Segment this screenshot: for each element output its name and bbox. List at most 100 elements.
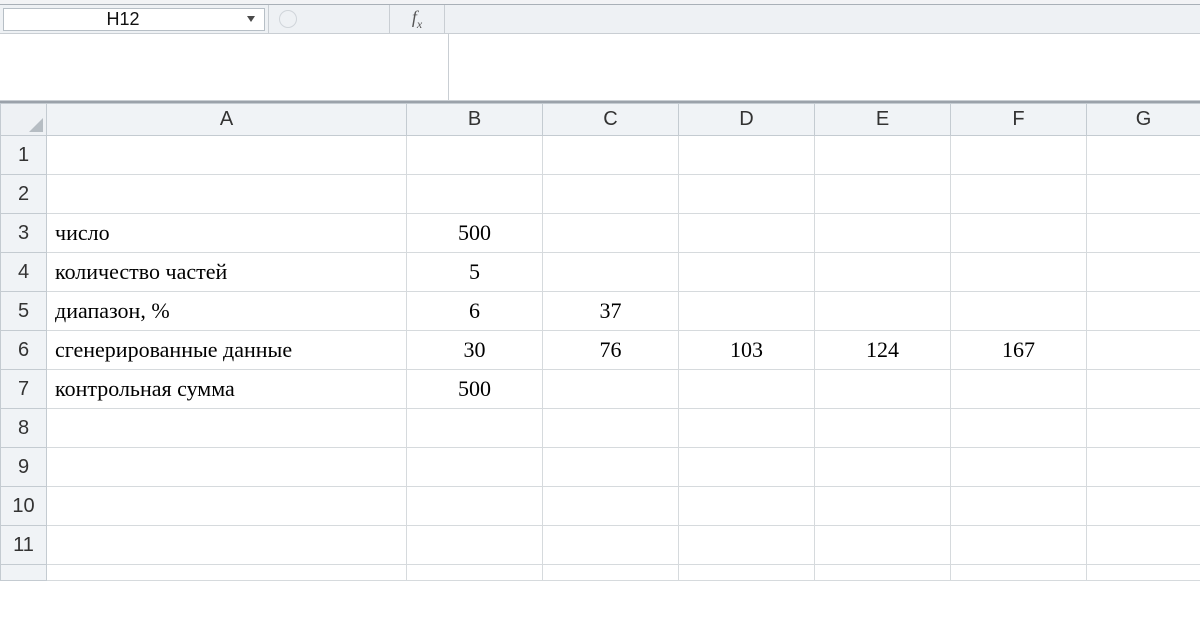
col-header-F[interactable]: F — [951, 104, 1087, 136]
cell[interactable] — [407, 409, 543, 448]
cell[interactable] — [407, 487, 543, 526]
cell[interactable]: 500 — [407, 370, 543, 409]
cell[interactable]: 500 — [407, 214, 543, 253]
cell[interactable]: диапазон, % — [47, 292, 407, 331]
row-header-1[interactable]: 1 — [1, 136, 47, 175]
cell[interactable] — [679, 448, 815, 487]
cell[interactable] — [951, 526, 1087, 565]
cell[interactable] — [1087, 292, 1200, 331]
cell[interactable] — [47, 526, 407, 565]
cell[interactable] — [679, 136, 815, 175]
cell[interactable] — [815, 370, 951, 409]
cell[interactable] — [47, 136, 407, 175]
cell[interactable]: 124 — [815, 331, 951, 370]
cell[interactable] — [815, 292, 951, 331]
insert-function-button[interactable]: fx — [389, 5, 445, 33]
cell[interactable] — [1087, 565, 1200, 581]
row-header-10[interactable]: 10 — [1, 487, 47, 526]
cell[interactable] — [1087, 253, 1200, 292]
cell[interactable] — [951, 487, 1087, 526]
name-box[interactable]: H12 — [3, 8, 265, 31]
cell[interactable] — [951, 292, 1087, 331]
row-header-8[interactable]: 8 — [1, 409, 47, 448]
cell[interactable] — [679, 292, 815, 331]
cell[interactable]: число — [47, 214, 407, 253]
cell[interactable] — [543, 370, 679, 409]
cell[interactable] — [47, 448, 407, 487]
cell[interactable]: 5 — [407, 253, 543, 292]
cell[interactable]: 37 — [543, 292, 679, 331]
cell[interactable] — [951, 448, 1087, 487]
cell[interactable] — [815, 253, 951, 292]
col-header-B[interactable]: B — [407, 104, 543, 136]
cell[interactable] — [951, 370, 1087, 409]
cell[interactable] — [1087, 175, 1200, 214]
cell[interactable] — [543, 526, 679, 565]
cell[interactable] — [951, 175, 1087, 214]
cell[interactable] — [1087, 331, 1200, 370]
cell[interactable] — [679, 175, 815, 214]
cell[interactable] — [407, 448, 543, 487]
row-header-11[interactable]: 11 — [1, 526, 47, 565]
row-header-2[interactable]: 2 — [1, 175, 47, 214]
cell[interactable]: сгенерированные данные — [47, 331, 407, 370]
cell[interactable] — [47, 565, 407, 581]
cell[interactable] — [951, 136, 1087, 175]
cell[interactable] — [407, 175, 543, 214]
cell[interactable] — [951, 253, 1087, 292]
cell[interactable] — [679, 253, 815, 292]
cell[interactable] — [1087, 409, 1200, 448]
row-header-9[interactable]: 9 — [1, 448, 47, 487]
cell[interactable] — [815, 487, 951, 526]
row-header-6[interactable]: 6 — [1, 331, 47, 370]
cell[interactable] — [1087, 526, 1200, 565]
cell[interactable] — [1087, 487, 1200, 526]
cell[interactable] — [543, 409, 679, 448]
grid[interactable]: A B C D E F G 1 2 3 число 500 — [0, 103, 1200, 581]
cell[interactable] — [815, 409, 951, 448]
cell[interactable] — [815, 448, 951, 487]
cell[interactable] — [951, 565, 1087, 581]
row-header-4[interactable]: 4 — [1, 253, 47, 292]
cell[interactable] — [543, 487, 679, 526]
row-header-7[interactable]: 7 — [1, 370, 47, 409]
cell[interactable] — [543, 448, 679, 487]
select-all-corner[interactable] — [1, 104, 47, 136]
cell[interactable] — [951, 409, 1087, 448]
row-header-12[interactable] — [1, 565, 47, 581]
cell[interactable] — [543, 136, 679, 175]
cell[interactable]: 76 — [543, 331, 679, 370]
col-header-C[interactable]: C — [543, 104, 679, 136]
cell[interactable] — [407, 526, 543, 565]
cell[interactable] — [679, 214, 815, 253]
cell[interactable] — [679, 409, 815, 448]
cell[interactable]: 30 — [407, 331, 543, 370]
cell[interactable] — [679, 526, 815, 565]
cell[interactable]: 6 — [407, 292, 543, 331]
cell[interactable] — [1087, 370, 1200, 409]
cell[interactable]: контрольная сумма — [47, 370, 407, 409]
cell[interactable] — [679, 370, 815, 409]
cell[interactable] — [815, 214, 951, 253]
cell[interactable] — [543, 565, 679, 581]
row-header-5[interactable]: 5 — [1, 292, 47, 331]
cell[interactable] — [815, 136, 951, 175]
col-header-E[interactable]: E — [815, 104, 951, 136]
cell[interactable]: количество частей — [47, 253, 407, 292]
cell[interactable] — [407, 136, 543, 175]
row-header-3[interactable]: 3 — [1, 214, 47, 253]
cell[interactable] — [679, 565, 815, 581]
cell[interactable] — [1087, 136, 1200, 175]
cell[interactable] — [407, 565, 543, 581]
col-header-A[interactable]: A — [47, 104, 407, 136]
cell[interactable] — [815, 526, 951, 565]
cell[interactable]: 167 — [951, 331, 1087, 370]
cell[interactable]: 103 — [679, 331, 815, 370]
cell[interactable] — [815, 565, 951, 581]
cell[interactable] — [1087, 214, 1200, 253]
col-header-G[interactable]: G — [1087, 104, 1200, 136]
cell[interactable] — [543, 175, 679, 214]
cell[interactable] — [47, 175, 407, 214]
name-box-dropdown-icon[interactable] — [242, 16, 260, 22]
cell[interactable] — [543, 253, 679, 292]
